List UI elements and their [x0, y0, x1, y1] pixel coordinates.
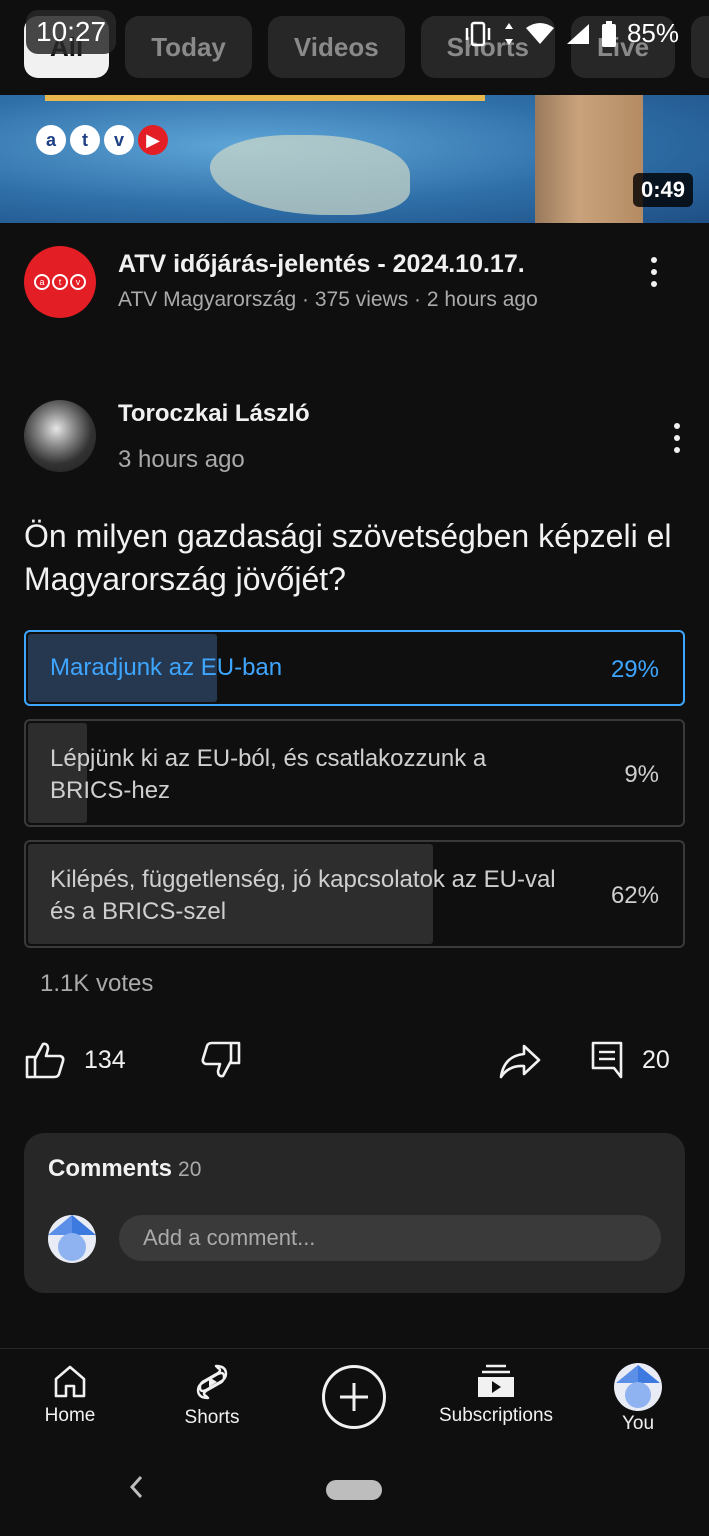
create-button[interactable]: [322, 1365, 386, 1429]
nav-subscriptions-label: Subscriptions: [438, 1405, 554, 1426]
user-avatar-icon: [48, 1215, 96, 1261]
home-gesture-pill[interactable]: [326, 1480, 382, 1500]
data-arrows-icon: [504, 22, 513, 45]
map-land: [210, 135, 410, 215]
battery-icon: [601, 20, 616, 47]
play-icon: ▶: [138, 125, 168, 155]
video-thumbnail[interactable]: a t v ▶ 0:49: [0, 95, 709, 223]
nav-you-label: You: [621, 1413, 655, 1434]
video-more-icon[interactable]: [644, 254, 664, 290]
avatar-dot-v: v: [70, 274, 86, 290]
logo-letter-t: t: [70, 125, 100, 155]
subscriptions-icon: [478, 1364, 514, 1397]
add-comment-input[interactable]: [119, 1215, 661, 1261]
nav-shorts[interactable]: Shorts: [142, 1363, 282, 1429]
thumbs-up-icon: [25, 1042, 65, 1079]
poll-option-percent: 62%: [610, 882, 659, 909]
ticker-bar: [45, 95, 485, 101]
comment-icon: [591, 1041, 623, 1079]
back-chevron-icon[interactable]: [126, 1472, 146, 1502]
home-icon: [54, 1365, 86, 1398]
comments-title: Comments: [48, 1155, 173, 1182]
poll-question: Ön milyen gazdasági szövetségben képzeli…: [24, 518, 672, 597]
vote-count: 1.1K votes: [40, 970, 154, 997]
like-count: 134: [84, 1045, 126, 1074]
avatar-dot-a: a: [34, 274, 50, 290]
shorts-icon: [196, 1364, 228, 1400]
nav-home[interactable]: Home: [0, 1363, 140, 1427]
bottom-nav: Home Shorts Subscriptions You: [0, 1348, 709, 1448]
nav-home-label: Home: [44, 1405, 96, 1426]
nav-subscriptions[interactable]: Subscriptions: [426, 1363, 566, 1427]
duration-badge: 0:49: [632, 173, 693, 207]
status-clock: 10:27: [26, 10, 117, 54]
comment-count: 20: [642, 1045, 670, 1074]
filter-chip-bar: All Today Videos Shorts Live Po 10:27: [0, 0, 709, 95]
nav-shorts-label: Shorts: [184, 1407, 240, 1428]
vibrate-icon: [465, 21, 491, 46]
author-avatar[interactable]: [24, 400, 96, 472]
comments-card[interactable]: Comments 20: [24, 1133, 685, 1293]
status-bar: 10:27 85%: [0, 0, 709, 70]
poll-option-3[interactable]: Kilépés, függetlenség, jó kapcsolatok az…: [24, 840, 685, 948]
poll-option-label: Maradjunk az EU-ban: [50, 654, 283, 681]
comments-count: 20: [178, 1158, 202, 1181]
plus-icon: [340, 1383, 368, 1411]
video-meta[interactable]: a t v ATV időjárás-jelentés - 2024.10.17…: [24, 246, 685, 326]
comments-button[interactable]: 20: [590, 1040, 670, 1080]
user-avatar: [48, 1215, 96, 1263]
action-row: 134 20: [24, 1040, 685, 1088]
share-button[interactable]: [498, 1042, 542, 1080]
post-header: Toroczkai László 3 hours ago: [24, 400, 685, 480]
system-nav-bar: [0, 1448, 709, 1536]
post-more-icon[interactable]: [667, 420, 687, 456]
battery-percent: 85%: [626, 18, 679, 48]
dislike-button[interactable]: [200, 1040, 242, 1080]
wifi-icon: [525, 22, 554, 44]
avatar-dot-t: t: [52, 274, 68, 290]
logo-letter-v: v: [104, 125, 134, 155]
author-name[interactable]: Toroczkai László: [118, 400, 310, 428]
poll-option-label: Kilépés, függetlenség, jó kapcsolatok az…: [50, 866, 556, 925]
poll-option-2[interactable]: Lépjünk ki az EU-ból, és csatlakozzunk a…: [24, 719, 685, 827]
nav-you[interactable]: You: [568, 1363, 708, 1435]
channel-avatar[interactable]: a t v: [24, 246, 96, 318]
poll-option-percent: 9%: [624, 761, 659, 788]
logo-letter-a: a: [36, 125, 66, 155]
status-icons: 85%: [463, 18, 679, 49]
presenter-figure: [535, 95, 643, 223]
comments-heading: Comments 20: [48, 1155, 201, 1183]
video-title[interactable]: ATV időjárás-jelentés - 2024.10.17.: [118, 250, 525, 279]
profile-avatar-icon: [614, 1363, 662, 1411]
poll-option-label: Lépjünk ki az EU-ból, és csatlakozzunk a…: [50, 745, 487, 804]
cell-signal-icon: [566, 23, 589, 44]
atv-watermark-logo: a t v ▶: [36, 125, 168, 155]
like-button[interactable]: 134: [24, 1040, 126, 1080]
video-subtitle: ATV Magyarország · 375 views · 2 hours a…: [118, 288, 538, 311]
poll-option-1[interactable]: Maradjunk az EU-ban 29%: [24, 630, 685, 706]
thumbs-down-icon: [201, 1041, 241, 1078]
share-icon: [499, 1044, 541, 1079]
post-time: 3 hours ago: [118, 446, 245, 473]
poll-option-percent: 29%: [610, 656, 659, 683]
